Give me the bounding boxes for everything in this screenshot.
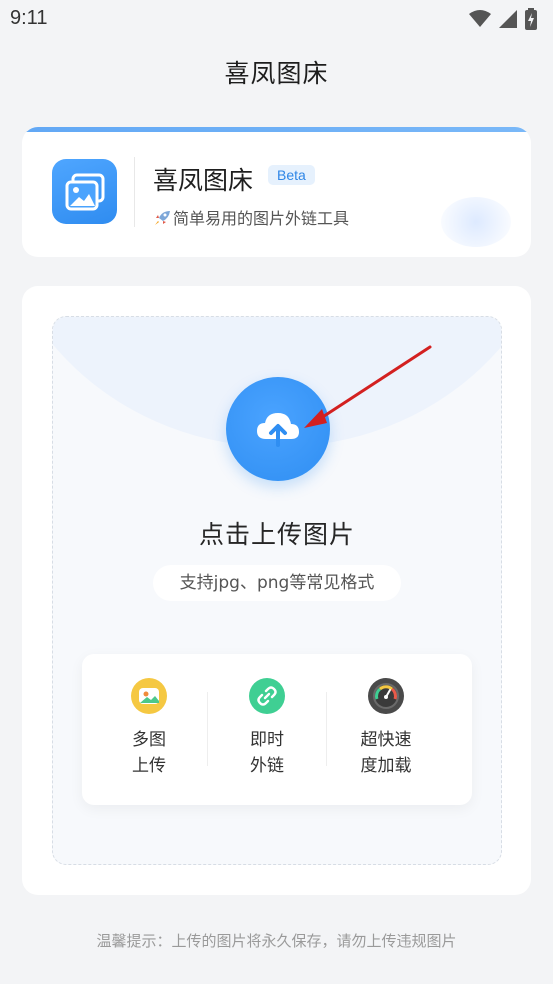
page-title: 喜凤图床	[224, 59, 329, 88]
battery-icon	[525, 8, 537, 34]
card-accent-bar	[22, 127, 531, 132]
tagline-text: 简单易用的图片外链工具	[173, 209, 350, 228]
beta-badge: Beta	[268, 165, 315, 185]
feature-label: 即时 外链	[250, 730, 284, 776]
app-name: 喜凤图床	[153, 166, 254, 195]
decorative-glow	[441, 197, 511, 247]
upload-dropzone[interactable]: 点击上传图片 支持jpg、png等常见格式 多图 上传 即时 外链 超快速 度加…	[52, 316, 502, 865]
footer-note: 温馨提示：上传的图片将永久保存，请勿上传违规图片	[96, 932, 457, 950]
status-icons	[469, 8, 537, 34]
feature-label: 多图 上传	[132, 730, 166, 776]
feature-list: 多图 上传 即时 外链 超快速 度加载	[82, 654, 472, 805]
speedometer-icon	[368, 678, 404, 714]
upload-button[interactable]	[226, 377, 330, 481]
status-time: 9:11	[10, 7, 48, 29]
feature-instant-link: 即时 外链	[208, 654, 326, 805]
header-divider	[134, 157, 135, 227]
cloud-upload-icon	[254, 407, 302, 451]
link-icon	[249, 678, 285, 714]
feature-multi-upload: 多图 上传	[90, 654, 208, 805]
supported-formats: 支持jpg、png等常见格式	[153, 565, 401, 601]
app-logo-icon	[52, 159, 117, 224]
app-info-card: 喜凤图床 Beta 简单易用的图片外链工具	[22, 127, 531, 257]
feature-label: 超快速 度加载	[360, 730, 412, 776]
feature-fast-loading: 超快速 度加载	[327, 654, 445, 805]
wifi-icon	[469, 10, 491, 32]
image-icon	[131, 678, 167, 714]
rocket-icon	[153, 210, 173, 226]
upload-card: 点击上传图片 支持jpg、png等常见格式 多图 上传 即时 外链 超快速 度加…	[22, 286, 531, 895]
app-tagline: 简单易用的图片外链工具	[153, 205, 349, 229]
status-bar: 9:11	[0, 0, 553, 40]
upload-title: 点击上传图片	[198, 520, 355, 549]
signal-icon	[499, 10, 517, 32]
